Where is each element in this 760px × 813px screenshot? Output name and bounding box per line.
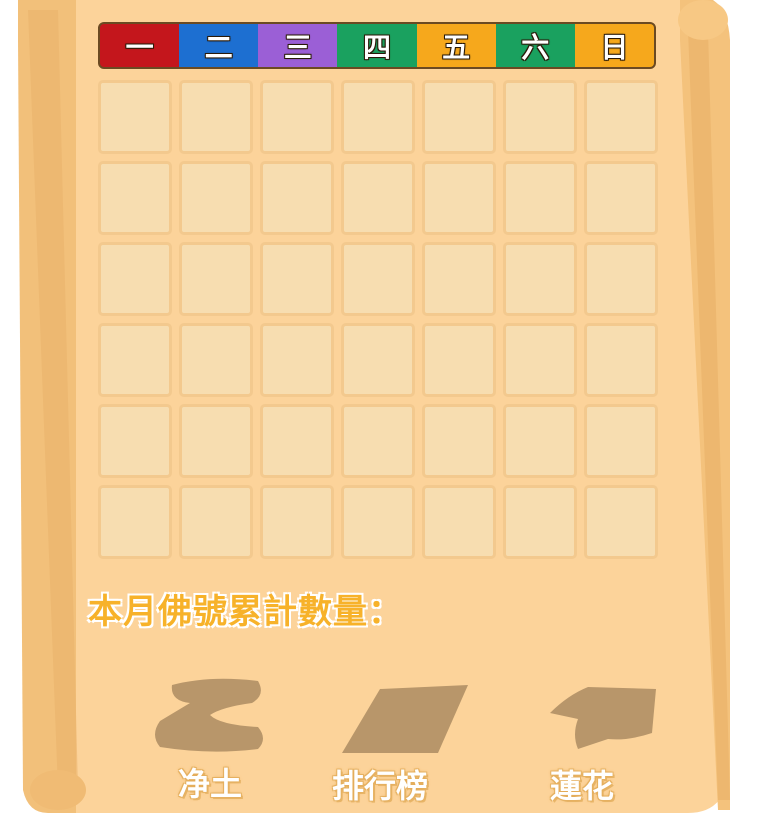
calendar-cell[interactable] xyxy=(179,161,253,235)
calendar-cell[interactable] xyxy=(584,161,658,235)
calendar-cell[interactable] xyxy=(179,323,253,397)
calendar-cell[interactable] xyxy=(179,80,253,154)
weekday-6: 六 xyxy=(495,24,575,67)
ranking-button[interactable]: 排行榜 xyxy=(310,685,490,805)
lotus-label: 蓮花 xyxy=(549,767,614,805)
calendar-cell[interactable] xyxy=(341,404,415,478)
ranking-label: 排行榜 xyxy=(331,767,428,805)
calendar-cell[interactable] xyxy=(98,161,172,235)
calendar-cell[interactable] xyxy=(422,161,496,235)
calendar-cell[interactable] xyxy=(260,485,334,559)
pure-land-button[interactable]: 净土 xyxy=(120,675,300,805)
calendar-cell[interactable] xyxy=(98,485,172,559)
calendar-cell[interactable] xyxy=(422,80,496,154)
calendar-cell[interactable] xyxy=(503,323,577,397)
calendar-cell[interactable] xyxy=(260,80,334,154)
calendar-cell[interactable] xyxy=(98,404,172,478)
calendar-cell[interactable] xyxy=(422,485,496,559)
weekday-7: 日 xyxy=(574,24,654,67)
calendar-cell[interactable] xyxy=(503,242,577,316)
calendar-cell[interactable] xyxy=(503,404,577,478)
calendar-cell[interactable] xyxy=(422,404,496,478)
monthly-count-label: 本月佛號累計數量： xyxy=(88,592,403,632)
calendar-cell[interactable] xyxy=(260,161,334,235)
calendar-cell[interactable] xyxy=(341,161,415,235)
weekday-5: 五 xyxy=(416,24,496,67)
weekday-3: 三 xyxy=(258,24,338,67)
calendar-cell[interactable] xyxy=(584,242,658,316)
calendar-cell[interactable] xyxy=(98,242,172,316)
lotus-icon xyxy=(550,687,656,749)
lotus-button[interactable]: 蓮花 xyxy=(500,685,680,805)
calendar-cell[interactable] xyxy=(584,323,658,397)
calendar-cell[interactable] xyxy=(179,242,253,316)
calendar-cell[interactable] xyxy=(422,323,496,397)
calendar-cell[interactable] xyxy=(179,404,253,478)
weekday-2: 二 xyxy=(179,24,259,67)
calendar-cell[interactable] xyxy=(98,80,172,154)
calendar-cell[interactable] xyxy=(584,485,658,559)
calendar-cell[interactable] xyxy=(422,242,496,316)
calendar-cell[interactable] xyxy=(584,80,658,154)
calendar-cell[interactable] xyxy=(503,161,577,235)
calendar-cell[interactable] xyxy=(179,485,253,559)
calendar-cell[interactable] xyxy=(341,323,415,397)
weekday-header: 一二三四五六日 xyxy=(98,22,656,69)
calendar-cell[interactable] xyxy=(503,80,577,154)
calendar-cell[interactable] xyxy=(503,485,577,559)
calendar-grid xyxy=(98,80,660,564)
weekday-4: 四 xyxy=(337,24,417,67)
calendar-cell[interactable] xyxy=(341,485,415,559)
calendar-cell[interactable] xyxy=(98,323,172,397)
weekday-1: 一 xyxy=(100,24,180,67)
calendar-cell[interactable] xyxy=(341,242,415,316)
pure-land-icon xyxy=(155,678,263,752)
calendar-cell[interactable] xyxy=(584,404,658,478)
calendar-cell[interactable] xyxy=(341,80,415,154)
calendar-cell[interactable] xyxy=(260,242,334,316)
calendar-cell[interactable] xyxy=(260,404,334,478)
calendar-cell[interactable] xyxy=(260,323,334,397)
ranking-icon xyxy=(342,685,468,753)
